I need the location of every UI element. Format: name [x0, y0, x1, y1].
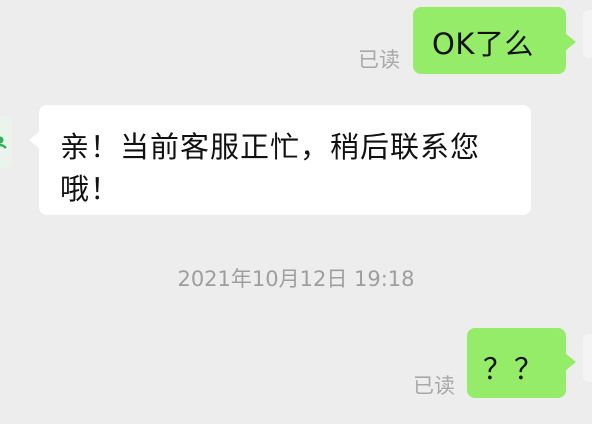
received-message-bubble[interactable]: 亲！当前客服正忙，稍后联系您 哦！ [29, 105, 531, 215]
sent-message-bubble-2[interactable]: ？？ [467, 328, 576, 398]
sent-message-text-1: OK了么 [432, 27, 534, 61]
sent-message-text-2: ？？ [483, 352, 546, 386]
message-timestamp: 2021年10月12日 19:18 [177, 267, 415, 291]
my-avatar-bottom[interactable] [583, 334, 592, 382]
contact-avatar[interactable] [0, 116, 12, 168]
read-status-2: 已读 [413, 374, 455, 398]
sent-message-bubble-1[interactable]: OK了么 [413, 7, 576, 74]
read-status-1: 已读 [358, 48, 400, 72]
my-avatar-top[interactable] [583, 10, 592, 58]
received-message-line-2: 哦！ [60, 172, 121, 206]
received-message-line-1: 亲！当前客服正忙，稍后联系您 [60, 130, 481, 164]
